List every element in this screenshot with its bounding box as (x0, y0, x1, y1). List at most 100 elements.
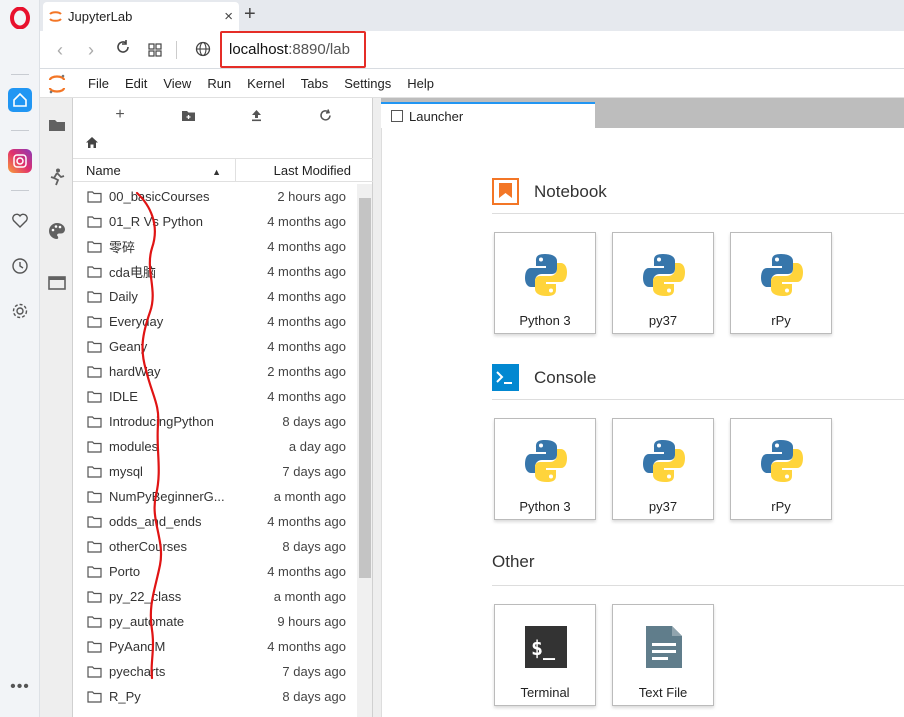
folder-icon (87, 340, 103, 353)
file-list-row[interactable]: py_22_class a month ago (73, 584, 357, 609)
back-icon[interactable]: ‹ (50, 40, 70, 61)
new-launcher-plus-icon[interactable]: + (110, 105, 130, 125)
file-name: otherCourses (109, 539, 188, 554)
file-list-row[interactable]: Everyday 4 months ago (73, 309, 357, 334)
file-list-row[interactable]: pyecharts 7 days ago (73, 659, 357, 684)
file-modified: 2 hours ago (277, 189, 346, 204)
menu-kernel[interactable]: Kernel (239, 76, 293, 91)
browser-tab-bar: JupyterLab × + (40, 0, 904, 31)
reload-icon[interactable] (113, 39, 133, 60)
globe-icon (193, 41, 213, 62)
launcher-tab[interactable]: Launcher (381, 102, 595, 128)
file-modified: 8 days ago (282, 539, 346, 554)
console-kernel-card[interactable]: Python 3 (494, 418, 596, 520)
settings-gear-icon[interactable] (8, 299, 32, 323)
menu-tabs[interactable]: Tabs (293, 76, 336, 91)
file-list-row[interactable]: py_automate 9 hours ago (73, 609, 357, 634)
console-icon (492, 364, 519, 391)
notebook-divider (492, 213, 904, 214)
folder-tab-icon[interactable] (46, 114, 67, 135)
folder-icon (87, 465, 103, 478)
file-list-row[interactable]: Geany 4 months ago (73, 334, 357, 359)
jupyter-favicon-icon (49, 10, 62, 23)
file-list-row[interactable]: IntroducingPython 8 days ago (73, 409, 357, 434)
terminal-card[interactable]: $_ Terminal (494, 604, 596, 706)
file-list-row[interactable]: R_Py 8 days ago (73, 684, 357, 709)
svg-text:$_: $_ (531, 636, 556, 660)
refresh-icon[interactable] (315, 105, 335, 125)
file-list-row[interactable]: NumPyBeginnerG... a month ago (73, 484, 357, 509)
python-logo-icon (640, 251, 688, 299)
panel-splitter[interactable] (373, 98, 381, 717)
file-list-row[interactable]: 00_basicCourses 2 hours ago (73, 184, 357, 209)
notebook-kernel-card[interactable]: Python 3 (494, 232, 596, 334)
folder-icon (87, 415, 103, 428)
python-logo-icon (522, 437, 570, 485)
file-list-row[interactable]: cda电脑 4 months ago (73, 259, 357, 284)
notebook-section-title: Notebook (492, 178, 607, 205)
notebook-kernel-card[interactable]: py37 (612, 232, 714, 334)
opera-logo-icon[interactable] (8, 6, 32, 30)
file-list-row[interactable]: Daily 4 months ago (73, 284, 357, 309)
jupyter-logo-icon (40, 70, 74, 98)
palette-icon[interactable] (46, 220, 67, 241)
menu-settings[interactable]: Settings (336, 76, 399, 91)
new-tab-button[interactable]: + (244, 3, 256, 26)
speed-dial-icon[interactable] (8, 88, 32, 112)
menu-file[interactable]: File (80, 76, 117, 91)
instagram-icon[interactable] (8, 149, 32, 173)
file-list-row[interactable]: modules a day ago (73, 434, 357, 459)
close-tab-icon[interactable]: × (224, 8, 233, 25)
file-modified: 4 months ago (267, 239, 346, 254)
text-file-card[interactable]: Text File (612, 604, 714, 706)
file-list-row[interactable]: hardWay 2 months ago (73, 359, 357, 384)
file-list-row[interactable]: IDLE 4 months ago (73, 384, 357, 409)
file-modified: 4 months ago (267, 339, 346, 354)
notebook-kernel-card[interactable]: rPy (730, 232, 832, 334)
heart-icon[interactable] (8, 209, 32, 233)
running-icon[interactable] (46, 166, 67, 187)
new-folder-icon[interactable] (178, 105, 198, 125)
folder-icon (87, 615, 103, 628)
history-clock-icon[interactable] (8, 254, 32, 278)
browser-tab[interactable]: JupyterLab × (43, 2, 239, 31)
jupyter-menubar: File Edit View Run Kernel Tabs Settings … (40, 70, 904, 98)
url-field[interactable]: localhost:8890/lab (220, 31, 366, 68)
document-tab-bar: Launcher (381, 98, 904, 128)
tabs-panel-icon[interactable] (46, 272, 67, 293)
console-kernel-card[interactable]: py37 (612, 418, 714, 520)
file-list-row[interactable]: 零碎 4 months ago (73, 234, 357, 259)
folder-icon (87, 390, 103, 403)
console-kernel-card[interactable]: rPy (730, 418, 832, 520)
menu-view[interactable]: View (155, 76, 199, 91)
more-icon[interactable]: ••• (8, 675, 32, 699)
file-list-row[interactable]: otherCourses 8 days ago (73, 534, 357, 559)
file-modified: 4 months ago (267, 389, 346, 404)
file-name: Geany (109, 339, 148, 354)
menu-run[interactable]: Run (199, 76, 239, 91)
file-list-row[interactable]: 01_R Vs Python 4 months ago (73, 209, 357, 234)
folder-icon (87, 265, 103, 278)
file-browser-toolbar: + (73, 105, 373, 125)
file-modified: 8 days ago (282, 414, 346, 429)
name-column-header[interactable]: Name ▲ (73, 159, 236, 181)
modified-column-header[interactable]: Last Modified (236, 163, 361, 178)
file-modified: 4 months ago (267, 214, 346, 229)
file-list-row[interactable]: odds_and_ends 4 months ago (73, 509, 357, 534)
file-list-row[interactable]: Porto 4 months ago (73, 559, 357, 584)
text-file-icon (640, 623, 688, 671)
scrollbar-thumb[interactable] (359, 198, 371, 578)
tabs-grid-icon[interactable] (145, 41, 165, 62)
sort-caret-up-icon: ▲ (212, 167, 221, 177)
file-list-row[interactable]: mysql 7 days ago (73, 459, 357, 484)
launcher-panel: Notebook Python 3 py37 rPy Console Python … (381, 128, 904, 717)
menu-edit[interactable]: Edit (117, 76, 155, 91)
url-host: localhost (229, 41, 289, 58)
forward-icon[interactable]: › (81, 40, 101, 61)
file-list-row[interactable]: PyAandM 4 months ago (73, 634, 357, 659)
menu-help[interactable]: Help (399, 76, 442, 91)
file-modified: a month ago (273, 489, 346, 504)
upload-icon[interactable] (246, 105, 266, 125)
breadcrumb-home-icon[interactable] (85, 136, 99, 152)
folder-icon (87, 190, 103, 203)
